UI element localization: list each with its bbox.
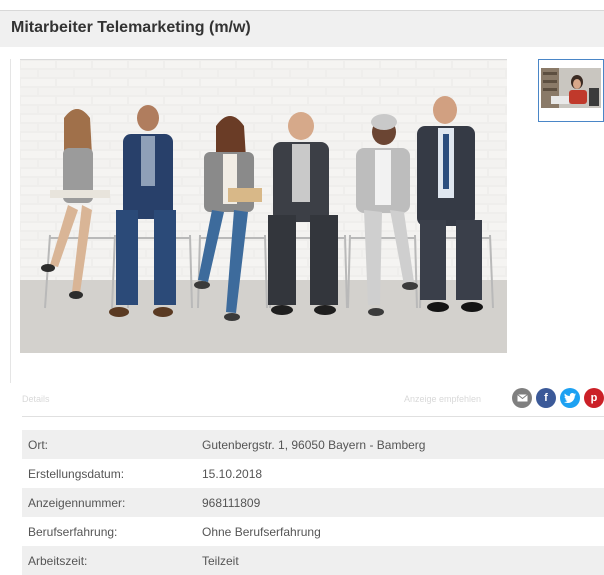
detail-value: 968111809 bbox=[202, 495, 261, 510]
detail-row-erstellungsdatum: Erstellungsdatum: 15.10.2018 bbox=[22, 459, 604, 488]
share-row: Details Anzeige empfehlen f p bbox=[22, 388, 604, 408]
detail-row-arbeitszeit: Arbeitszeit: Teilzeit bbox=[22, 546, 604, 575]
email-icon[interactable] bbox=[512, 388, 532, 408]
share-divider bbox=[22, 416, 604, 417]
detail-value: 15.10.2018 bbox=[202, 466, 263, 481]
thumbnail-1[interactable] bbox=[538, 59, 604, 122]
detail-value: Ohne Berufserfahrung bbox=[202, 524, 321, 539]
detail-row-ort: Ort: Gutenbergstr. 1, 96050 Bayern - Bam… bbox=[22, 430, 604, 459]
detail-label: Anzeigennummer: bbox=[28, 495, 126, 510]
detail-row-anzeigennummer: Anzeigennummer: 968111809 bbox=[22, 488, 604, 517]
twitter-icon[interactable] bbox=[560, 388, 580, 408]
detail-label: Erstellungsdatum: bbox=[28, 466, 125, 481]
facebook-icon[interactable]: f bbox=[536, 388, 556, 408]
thumbnail-image bbox=[541, 68, 601, 108]
detail-label: Arbeitszeit: bbox=[28, 553, 88, 568]
details-table: Ort: Gutenbergstr. 1, 96050 Bayern - Bam… bbox=[22, 430, 604, 575]
detail-row-berufserfahrung: Berufserfahrung: Ohne Berufserfahrung bbox=[22, 517, 604, 546]
group-photo-image bbox=[20, 60, 507, 353]
details-tab-label[interactable]: Details bbox=[22, 394, 50, 404]
main-image[interactable] bbox=[20, 59, 507, 353]
left-divider bbox=[10, 59, 11, 383]
recommend-label: Anzeige empfehlen bbox=[404, 394, 482, 404]
detail-label: Berufserfahrung: bbox=[28, 524, 118, 539]
detail-value: Teilzeit bbox=[202, 553, 239, 568]
detail-value: Gutenbergstr. 1, 96050 Bayern - Bamberg bbox=[202, 437, 426, 452]
share-icons: f p bbox=[512, 388, 604, 408]
pinterest-icon[interactable]: p bbox=[584, 388, 604, 408]
page-title: Mitarbeiter Telemarketing (m/w) bbox=[11, 19, 251, 36]
detail-label: Ort: bbox=[28, 437, 48, 452]
